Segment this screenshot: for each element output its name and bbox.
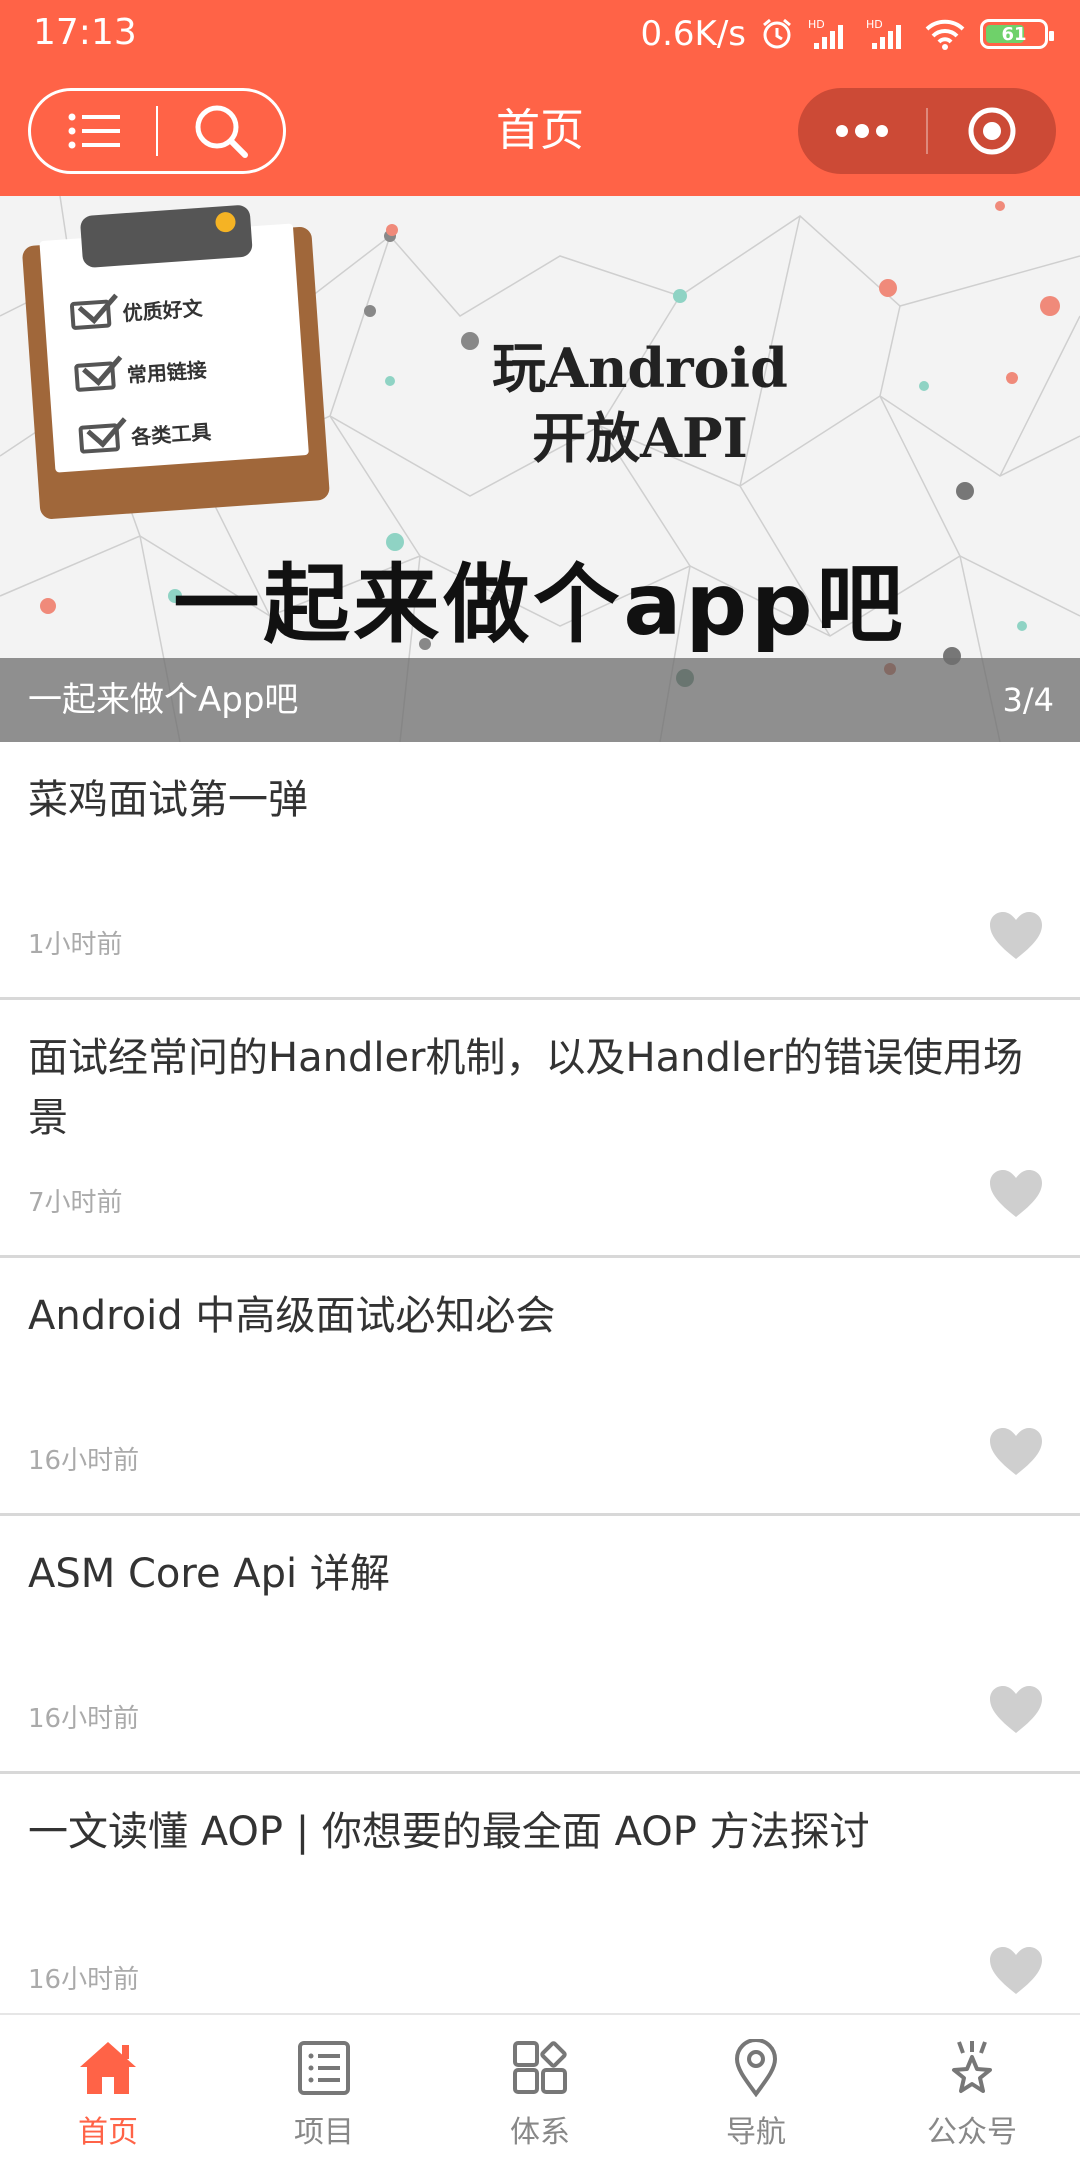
article-title: Android 中高级面试必知必会	[28, 1293, 556, 1339]
tab-home[interactable]: 首页	[0, 2015, 216, 2160]
article-time: 16小时前	[28, 1965, 140, 1995]
title-bar: 首页	[0, 66, 1080, 196]
banner-page-counter: 3/4	[1002, 681, 1055, 719]
like-button[interactable]	[986, 1683, 1046, 1737]
checklist-item: 各类工具	[130, 419, 212, 450]
heart-icon	[990, 912, 1042, 959]
network-speed: 0.6K/s	[640, 14, 746, 54]
location-pin-icon	[725, 2037, 787, 2099]
wifi-icon	[924, 17, 966, 51]
article-item[interactable]: 菜鸡面试第一弹 1小时前	[0, 742, 1080, 1000]
like-button[interactable]	[986, 1944, 1046, 1998]
svg-text:HD: HD	[866, 18, 883, 31]
article-item[interactable]: ASM Core Api 详解 16小时前	[0, 1516, 1080, 1774]
signal-hd-icon: HD	[808, 17, 852, 51]
svg-text:HD: HD	[808, 18, 825, 31]
tab-label: 导航	[726, 2115, 786, 2150]
status-bar: 17:13 0.6K/s HD HD 61	[0, 0, 1080, 66]
status-indicators: 0.6K/s HD HD 61	[640, 12, 1054, 56]
banner-carousel[interactable]: 优质好文 常用链接 各类工具 玩Android 开放API 一起来做个app吧 …	[0, 196, 1080, 742]
left-capsule	[28, 88, 286, 174]
checklist-item: 常用链接	[126, 357, 208, 388]
article-title: ASM Core Api 详解	[28, 1551, 390, 1597]
heart-icon	[990, 1428, 1042, 1475]
tab-system[interactable]: 体系	[432, 2015, 648, 2160]
heart-icon	[990, 1170, 1042, 1217]
tab-label: 体系	[510, 2115, 570, 2150]
banner-headline: 玩Android	[492, 336, 788, 400]
menu-list-icon	[68, 113, 120, 149]
checkbox-icon	[78, 405, 127, 454]
article-title: 面试经常问的Handler机制，以及Handler的错误使用场景	[28, 1035, 1023, 1141]
like-button[interactable]	[986, 1167, 1046, 1221]
tab-label: 项目	[294, 2115, 354, 2150]
search-icon	[195, 105, 248, 158]
clipboard-illustration: 优质好文 常用链接 各类工具	[20, 200, 331, 520]
alarm-icon	[760, 17, 794, 51]
article-item[interactable]: Android 中高级面试必知必会 16小时前	[0, 1258, 1080, 1516]
close-miniprogram-button[interactable]	[928, 88, 1056, 174]
like-button[interactable]	[986, 1425, 1046, 1479]
article-title: 菜鸡面试第一弹	[28, 777, 308, 823]
tab-label: 公众号	[927, 2115, 1017, 2150]
article-time: 7小时前	[28, 1188, 123, 1218]
target-circle-icon	[968, 107, 1016, 155]
banner-subheadline: 开放API	[532, 406, 748, 470]
article-list: 菜鸡面试第一弹 1小时前 面试经常问的Handler机制，以及Handler的错…	[0, 742, 1080, 2032]
article-time: 16小时前	[28, 1704, 140, 1734]
signal-hd-icon: HD	[866, 17, 910, 51]
search-button[interactable]	[158, 91, 283, 171]
home-icon	[77, 2037, 139, 2099]
star-badge-icon	[941, 2037, 1003, 2099]
list-icon	[293, 2037, 355, 2099]
heart-icon	[990, 1947, 1042, 1994]
tab-navigation[interactable]: 导航	[648, 2015, 864, 2160]
battery-icon: 61	[980, 19, 1054, 49]
checklist-item: 优质好文	[121, 295, 204, 326]
more-dots-icon	[836, 124, 888, 138]
grid-icon	[509, 2037, 571, 2099]
checkbox-icon	[69, 281, 118, 330]
menu-button[interactable]	[31, 91, 156, 171]
more-button[interactable]	[798, 88, 926, 174]
article-time: 1小时前	[28, 930, 123, 960]
checkbox-icon	[74, 343, 123, 392]
banner-slogan: 一起来做个app吧	[173, 555, 907, 655]
right-capsule	[798, 88, 1056, 174]
tab-official-accounts[interactable]: 公众号	[864, 2015, 1080, 2160]
banner-caption: 一起来做个App吧	[28, 680, 299, 720]
banner-caption-bar: 一起来做个App吧 3/4	[0, 658, 1080, 742]
article-item[interactable]: 面试经常问的Handler机制，以及Handler的错误使用场景 7小时前	[0, 1000, 1080, 1258]
tab-label: 首页	[78, 2115, 138, 2150]
article-time: 16小时前	[28, 1446, 140, 1476]
article-title: 一文读懂 AOP | 你想要的最全面 AOP 方法探讨	[28, 1809, 870, 1855]
heart-icon	[990, 1686, 1042, 1733]
status-time: 17:13	[33, 12, 137, 53]
tab-projects[interactable]: 项目	[216, 2015, 432, 2160]
article-item[interactable]: 一文读懂 AOP | 你想要的最全面 AOP 方法探讨 16小时前	[0, 1774, 1080, 2032]
battery-level: 61	[1001, 23, 1027, 45]
bottom-tab-bar: 首页 项目 体系 导航 公众号	[0, 2013, 1080, 2160]
like-button[interactable]	[986, 909, 1046, 963]
